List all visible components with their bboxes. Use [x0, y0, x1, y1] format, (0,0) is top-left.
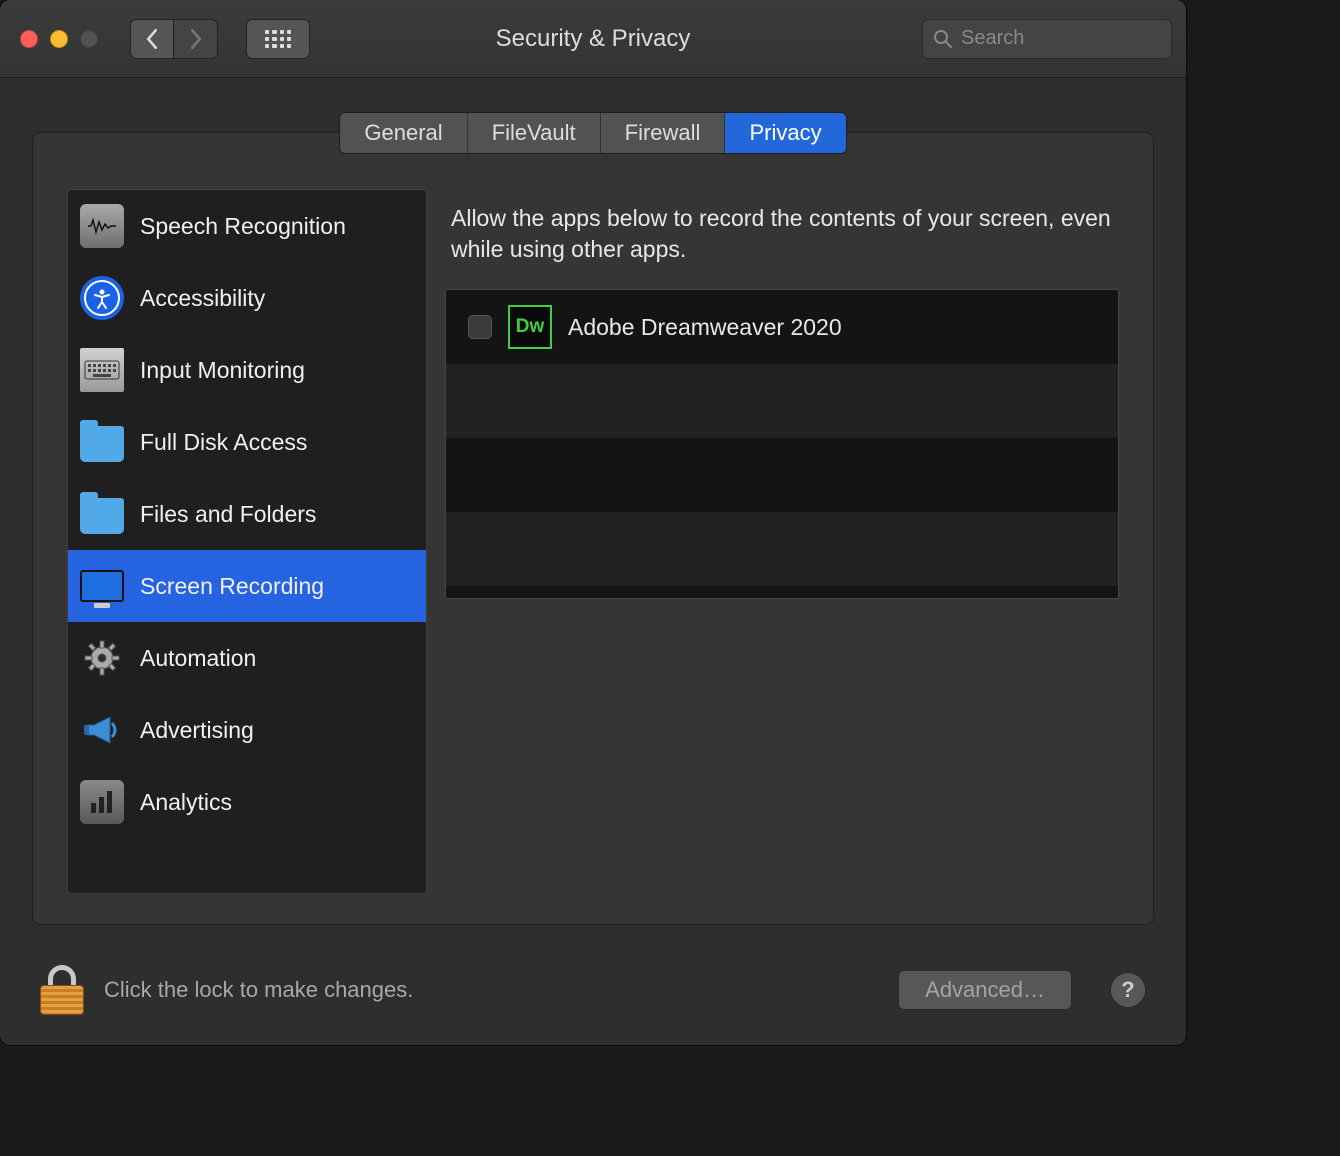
folder-icon	[80, 492, 124, 536]
zoom-window-button	[80, 30, 98, 48]
chevron-right-icon	[189, 29, 203, 49]
close-window-button[interactable]	[20, 30, 38, 48]
app-row[interactable]: Dw Adobe Dreamweaver 2020	[446, 290, 1118, 364]
sidebar-item-label: Accessibility	[140, 285, 265, 312]
tab-privacy[interactable]: Privacy	[724, 113, 845, 153]
privacy-category-list[interactable]: Speech Recognition Accessibility Input M…	[67, 189, 427, 894]
sidebar-item-files-and-folders[interactable]: Files and Folders	[68, 478, 426, 550]
dreamweaver-icon: Dw	[508, 305, 552, 349]
content-area: General FileVault Firewall Privacy Speec…	[0, 78, 1186, 945]
sidebar-item-screen-recording[interactable]: Screen Recording	[68, 550, 426, 622]
speech-icon	[80, 204, 124, 248]
forward-button	[174, 19, 218, 59]
app-checkbox[interactable]	[468, 315, 492, 339]
grid-icon	[265, 30, 291, 48]
sidebar-item-full-disk-access[interactable]: Full Disk Access	[68, 406, 426, 478]
tab-firewall[interactable]: Firewall	[600, 113, 725, 153]
sidebar-item-label: Automation	[140, 645, 256, 672]
show-all-button[interactable]	[246, 19, 310, 59]
footer: Click the lock to make changes. Advanced…	[0, 945, 1186, 1045]
minimize-window-button[interactable]	[50, 30, 68, 48]
tab-filevault[interactable]: FileVault	[467, 113, 600, 153]
lock-hint-text: Click the lock to make changes.	[104, 977, 413, 1003]
sidebar-item-automation[interactable]: Automation	[68, 622, 426, 694]
sidebar-item-speech-recognition[interactable]: Speech Recognition	[68, 190, 426, 262]
window-controls	[20, 30, 98, 48]
sidebar-item-label: Analytics	[140, 789, 232, 816]
chevron-left-icon	[145, 29, 159, 49]
preferences-window: Security & Privacy General FileVault Fir…	[0, 0, 1186, 1045]
detail-pane: Allow the apps below to record the conte…	[445, 189, 1119, 894]
sidebar-item-label: Full Disk Access	[140, 429, 307, 456]
search-icon	[933, 29, 953, 49]
privacy-panel: Speech Recognition Accessibility Input M…	[32, 132, 1154, 925]
help-button[interactable]: ?	[1110, 972, 1146, 1008]
tab-bar: General FileVault Firewall Privacy	[339, 112, 846, 154]
app-list[interactable]: Dw Adobe Dreamweaver 2020	[445, 289, 1119, 599]
sidebar-item-analytics[interactable]: Analytics	[68, 766, 426, 838]
sidebar-item-accessibility[interactable]: Accessibility	[68, 262, 426, 334]
keyboard-icon	[80, 348, 124, 392]
sidebar-item-advertising[interactable]: Advertising	[68, 694, 426, 766]
window-title: Security & Privacy	[496, 25, 691, 53]
monitor-icon	[80, 564, 124, 608]
back-button[interactable]	[130, 19, 174, 59]
app-row-empty	[446, 438, 1118, 512]
search-input[interactable]	[961, 27, 1161, 50]
sidebar-item-label: Advertising	[140, 717, 254, 744]
sidebar-item-label: Input Monitoring	[140, 357, 305, 384]
detail-description: Allow the apps below to record the conte…	[445, 189, 1119, 289]
tab-general[interactable]: General	[340, 113, 466, 153]
app-name: Adobe Dreamweaver 2020	[568, 314, 842, 341]
sidebar-item-label: Screen Recording	[140, 573, 324, 600]
sidebar-item-label: Files and Folders	[140, 501, 316, 528]
analytics-icon	[80, 780, 124, 824]
app-row-empty	[446, 364, 1118, 438]
app-row-empty	[446, 512, 1118, 586]
app-row-empty	[446, 586, 1118, 599]
nav-buttons	[130, 19, 218, 59]
accessibility-icon	[80, 276, 124, 320]
lock-button[interactable]	[40, 965, 84, 1015]
sidebar-item-input-monitoring[interactable]: Input Monitoring	[68, 334, 426, 406]
megaphone-icon	[80, 708, 124, 752]
titlebar: Security & Privacy	[0, 0, 1186, 78]
gear-icon	[80, 636, 124, 680]
advanced-button[interactable]: Advanced…	[898, 970, 1072, 1010]
sidebar-item-label: Speech Recognition	[140, 213, 346, 240]
search-field[interactable]	[922, 19, 1172, 59]
folder-icon	[80, 420, 124, 464]
